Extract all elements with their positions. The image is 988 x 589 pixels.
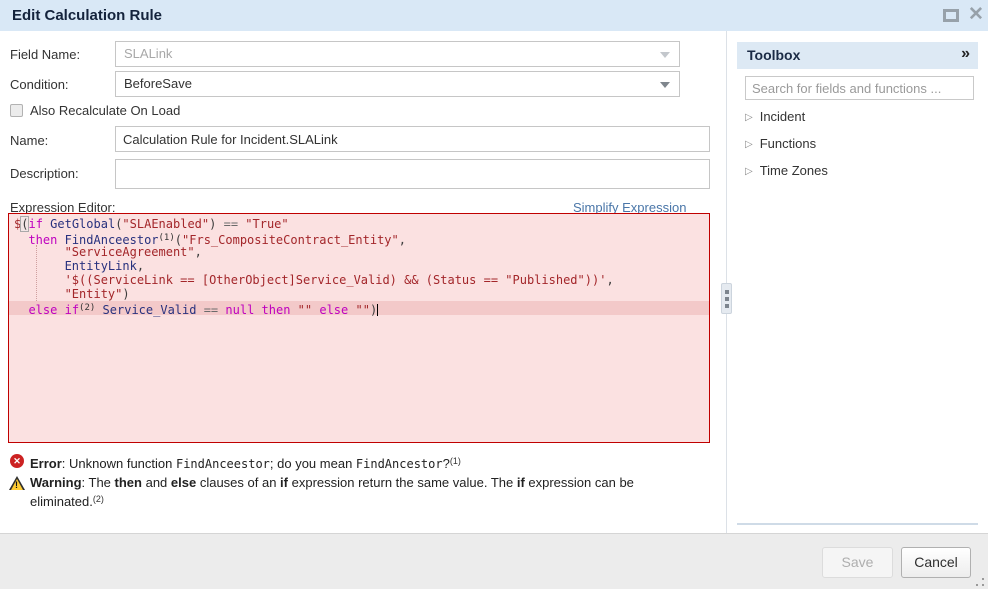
toolbox-item-functions[interactable]: ▷ Functions [745, 136, 816, 156]
toolbox-bottom-border [737, 523, 978, 525]
also-recalculate-checkbox[interactable] [10, 104, 23, 117]
expression-editor[interactable]: $(if GetGlobal("SLAEnabled") == "True" t… [8, 213, 710, 443]
toolbox-header: Toolbox » [737, 42, 978, 69]
toolbox-item-label: Incident [760, 109, 806, 124]
condition-select[interactable]: BeforeSave [115, 71, 680, 97]
description-label: Description: [10, 166, 79, 181]
condition-label: Condition: [10, 77, 69, 92]
description-input[interactable] [115, 159, 710, 189]
field-name-select[interactable]: SLALink [115, 41, 680, 67]
condition-value: BeforeSave [124, 76, 192, 91]
edit-calculation-rule-dialog: Edit Calculation Rule ✕ Field Name: SLAL… [0, 0, 988, 589]
chevron-right-icon: ▷ [745, 112, 753, 123]
toolbox-item-label: Time Zones [760, 163, 828, 178]
close-button[interactable]: ✕ [965, 3, 987, 27]
close-icon: ✕ [968, 4, 984, 25]
chevron-down-icon [660, 82, 670, 88]
cancel-button[interactable]: Cancel [901, 547, 971, 578]
chevron-right-icon: ▷ [745, 166, 753, 177]
grip-dots-icon [725, 290, 729, 294]
maximize-icon [943, 9, 959, 22]
collapse-panel-button[interactable]: » [961, 45, 970, 63]
chevron-down-icon [660, 52, 670, 58]
error-icon: ✕ [10, 454, 24, 468]
error-message: Error: Unknown function FindAnceestor; d… [30, 453, 680, 473]
double-chevron-right-icon: » [961, 45, 970, 62]
toolbox-title: Toolbox [747, 47, 800, 63]
warning-message: Warning: The then and else clauses of an… [30, 474, 642, 510]
dialog-title: Edit Calculation Rule [12, 7, 162, 24]
maximize-button[interactable] [942, 8, 961, 23]
toolbox-item-label: Functions [760, 136, 816, 151]
chevron-right-icon: ▷ [745, 139, 753, 150]
resize-grip[interactable] [976, 577, 986, 587]
panel-splitter [726, 31, 727, 533]
save-button[interactable]: Save [822, 547, 893, 578]
dialog-footer: Save Cancel [0, 533, 988, 589]
also-recalculate-label: Also Recalculate On Load [30, 103, 180, 118]
name-label: Name: [10, 133, 48, 148]
grip-dots-icon [976, 584, 978, 586]
field-name-value: SLALink [124, 46, 172, 61]
splitter-drag-handle[interactable] [721, 283, 732, 314]
toolbox-item-time-zones[interactable]: ▷ Time Zones [745, 163, 828, 183]
field-name-label: Field Name: [10, 47, 80, 62]
toolbox-item-incident[interactable]: ▷ Incident [745, 109, 805, 129]
dialog-titlebar: Edit Calculation Rule ✕ [0, 0, 988, 31]
expression-code: $(if GetGlobal("SLAEnabled") == "True" t… [9, 214, 709, 315]
toolbox-search-input[interactable] [745, 76, 974, 100]
warning-exclamation: ! [15, 479, 19, 491]
name-input[interactable] [115, 126, 710, 152]
